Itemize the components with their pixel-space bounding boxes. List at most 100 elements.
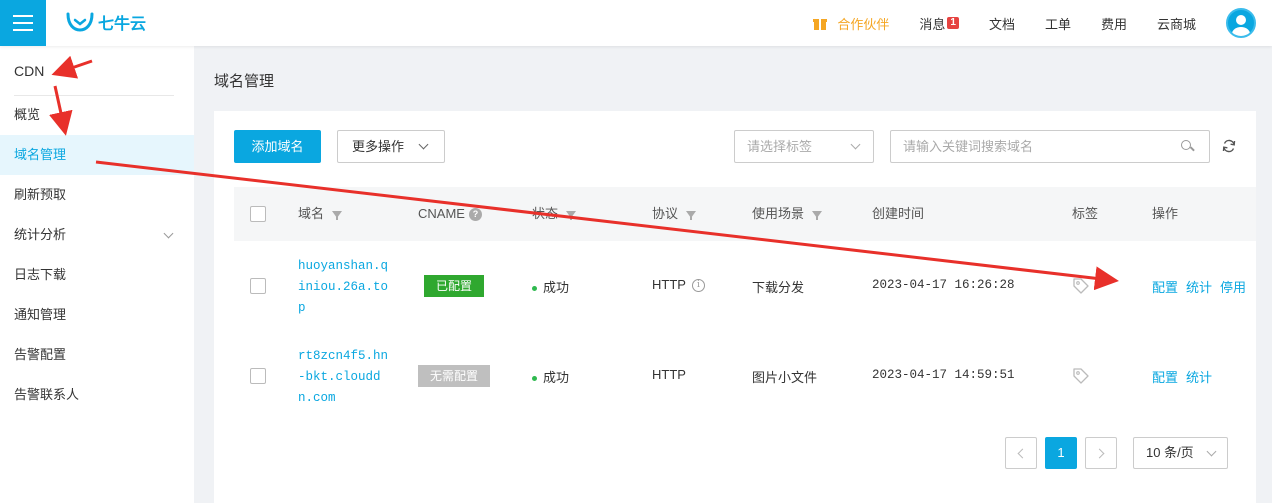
help-icon[interactable]: ? xyxy=(468,207,482,221)
status-text: 成功 xyxy=(543,280,570,295)
status-text: 成功 xyxy=(543,370,570,385)
sidebar-item-label: 通知管理 xyxy=(14,307,67,322)
docs-link[interactable]: 文档 xyxy=(989,14,1015,33)
row-checkbox[interactable] xyxy=(250,368,266,384)
page-title: 域名管理 xyxy=(214,73,275,90)
domain-search-input[interactable] xyxy=(891,131,1161,162)
tickets-link[interactable]: 工单 xyxy=(1045,14,1071,33)
sidebar-item-log-download[interactable]: 日志下载 xyxy=(0,255,194,295)
created-time: 2023-04-17 14:59:51 xyxy=(872,368,1015,382)
protocol-cell: HTTP i xyxy=(652,277,705,293)
chevron-down-icon xyxy=(850,139,861,150)
messages-label: 消息 xyxy=(919,16,946,32)
menu-line xyxy=(13,29,33,31)
tag-select[interactable]: 请选择标签 xyxy=(734,130,874,163)
configure-link[interactable]: 配置 xyxy=(1152,280,1178,295)
qiniu-logo[interactable]: 七牛云 xyxy=(66,10,146,34)
chevron-down-icon xyxy=(163,228,174,239)
chevron-right-icon xyxy=(1094,448,1105,459)
row-checkbox[interactable] xyxy=(250,278,266,294)
messages-badge: 1 xyxy=(947,17,959,29)
disable-link[interactable]: 停用 xyxy=(1220,280,1246,295)
scenario-text: 图片小文件 xyxy=(752,370,818,385)
more-actions-label: 更多操作 xyxy=(352,139,405,154)
select-all-checkbox[interactable] xyxy=(250,206,266,222)
search-icon[interactable] xyxy=(1181,140,1195,152)
user-avatar[interactable] xyxy=(1226,8,1256,38)
tag-select-placeholder: 请选择标签 xyxy=(747,139,813,154)
column-tags-label: 标签 xyxy=(1072,206,1099,221)
success-dot-icon xyxy=(532,376,537,382)
docs-label: 文档 xyxy=(988,16,1015,32)
protocol-text: HTTP xyxy=(652,367,686,382)
sidebar-item-alert-contacts[interactable]: 告警联系人 xyxy=(0,375,194,415)
filter-icon[interactable] xyxy=(686,210,697,220)
next-page-button[interactable] xyxy=(1085,437,1117,469)
column-status: 状态 xyxy=(532,187,577,241)
column-scenario: 使用场景 xyxy=(752,187,823,241)
status-cell: 成功 xyxy=(532,367,569,386)
row-actions: 配置 统计 停用 xyxy=(1152,277,1254,296)
sidebar-item-notifications[interactable]: 通知管理 xyxy=(0,295,194,335)
partner-link[interactable]: 合作伙伴 xyxy=(813,14,889,33)
table-row: rt8zcn4f5.hn-bkt.clouddn.com 无需配置 成功 HTT… xyxy=(234,331,1256,421)
sidebar-item-label: 刷新预取 xyxy=(14,187,67,202)
prev-page-button[interactable] xyxy=(1005,437,1037,469)
hamburger-menu-button[interactable] xyxy=(0,0,46,46)
info-icon[interactable]: i xyxy=(691,279,705,293)
sidebar-item-label: 日志下载 xyxy=(14,267,67,282)
filter-icon[interactable] xyxy=(332,210,343,220)
current-page-button[interactable]: 1 xyxy=(1045,437,1077,469)
column-cname: CNAME ? xyxy=(418,187,482,241)
sidebar-item-alert-config[interactable]: 告警配置 xyxy=(0,335,194,375)
configure-link[interactable]: 配置 xyxy=(1152,370,1178,385)
messages-link[interactable]: 消息 1 xyxy=(919,14,959,33)
add-domain-button[interactable]: 添加域名 xyxy=(234,130,321,163)
column-created-label: 创建时间 xyxy=(872,206,925,221)
statistics-link[interactable]: 统计 xyxy=(1186,370,1212,385)
sidebar-item-statistics[interactable]: 统计分析 xyxy=(0,215,194,255)
tickets-label: 工单 xyxy=(1044,16,1071,32)
table-row: huoyanshan.qiniou.26a.top 已配置 成功 HTTP i 下… xyxy=(234,241,1256,331)
column-actions: 操作 xyxy=(1152,187,1178,241)
cname-status-tag: 无需配置 xyxy=(418,365,491,387)
column-tags: 标签 xyxy=(1072,187,1098,241)
chevron-down-icon xyxy=(1206,446,1217,457)
table-header: 域名 CNAME ? 状态 协议 使用场景 创建时间 标签 操作 xyxy=(234,187,1256,241)
marketplace-link[interactable]: 云商城 xyxy=(1157,14,1196,33)
scenario-text: 下载分发 xyxy=(752,280,805,295)
domain-search-box xyxy=(890,130,1210,163)
domain-link[interactable]: huoyanshan.qiniou.26a.top xyxy=(298,256,388,319)
sidebar: CDN 概览 域名管理 刷新预取 统计分析 日志下载 通知管理 告警配置 告警联… xyxy=(0,46,194,503)
statistics-link[interactable]: 统计 xyxy=(1186,280,1212,295)
tag-icon[interactable] xyxy=(1072,277,1090,295)
billing-link[interactable]: 费用 xyxy=(1101,14,1127,33)
marketplace-label: 云商城 xyxy=(1156,16,1196,32)
cname-status-tag: 已配置 xyxy=(424,275,485,297)
column-protocol-label: 协议 xyxy=(652,206,679,221)
domain-link[interactable]: rt8zcn4f5.hn-bkt.clouddn.com xyxy=(298,346,388,409)
sidebar-item-label: 域名管理 xyxy=(14,147,67,162)
column-protocol: 协议 xyxy=(652,187,697,241)
menu-line xyxy=(13,15,33,17)
sidebar-item-label: 告警配置 xyxy=(14,347,67,362)
gift-icon xyxy=(813,16,828,30)
menu-line xyxy=(13,22,33,24)
filter-icon[interactable] xyxy=(566,210,577,220)
more-actions-dropdown[interactable]: 更多操作 xyxy=(337,130,445,163)
sidebar-title: CDN xyxy=(14,63,45,79)
sidebar-item-domain-management[interactable]: 域名管理 xyxy=(0,135,194,175)
sidebar-item-label: 统计分析 xyxy=(14,227,67,242)
sidebar-item-refresh-prefetch[interactable]: 刷新预取 xyxy=(0,175,194,215)
page-size-select[interactable]: 10 条/页 xyxy=(1133,437,1228,469)
tag-icon[interactable] xyxy=(1072,367,1090,385)
domain-list-card: 添加域名 更多操作 请选择标签 域名 CNAME ? 状态 协议 xyxy=(214,111,1256,503)
refresh-icon[interactable] xyxy=(1222,139,1236,153)
sidebar-item-overview[interactable]: 概览 xyxy=(0,95,194,135)
column-created: 创建时间 xyxy=(872,187,924,241)
filter-icon[interactable] xyxy=(812,210,823,220)
qiniu-logo-icon xyxy=(66,12,94,32)
partner-label: 合作伙伴 xyxy=(837,16,890,32)
created-time: 2023-04-17 16:26:28 xyxy=(872,278,1015,292)
protocol-text: HTTP xyxy=(652,277,686,292)
